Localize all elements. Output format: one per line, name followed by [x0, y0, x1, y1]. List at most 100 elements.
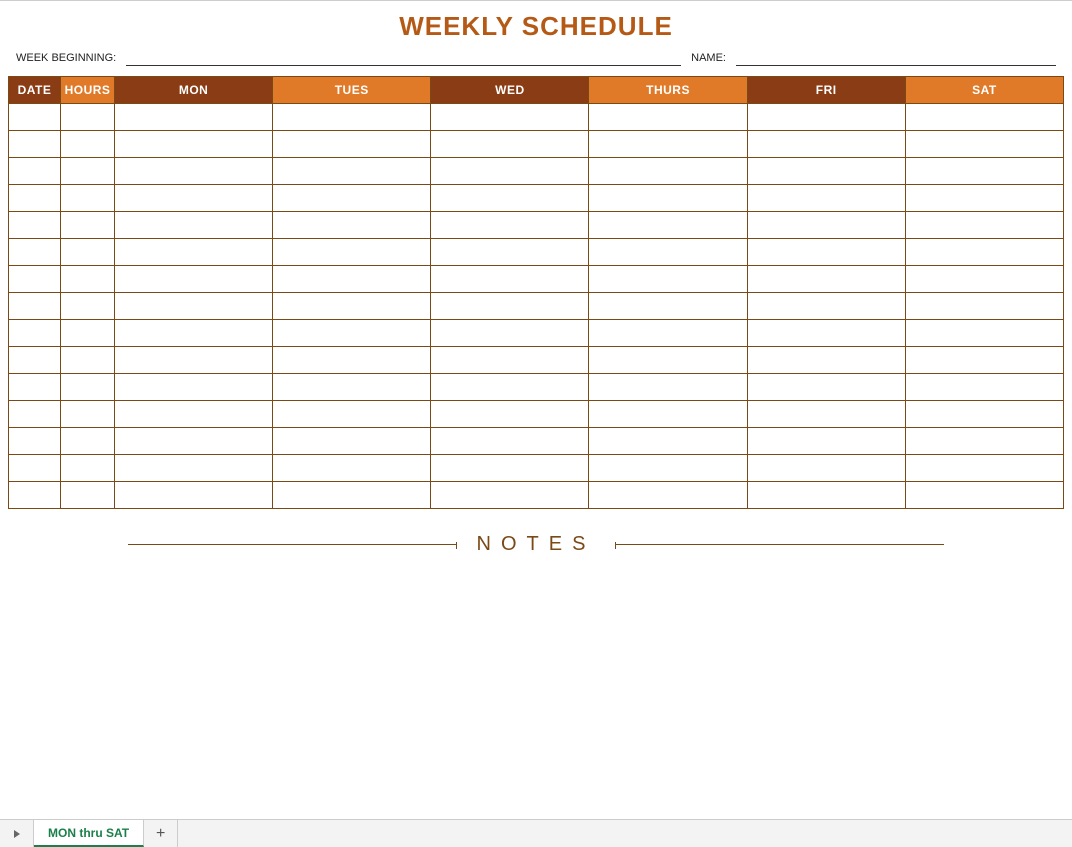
cell[interactable] [905, 158, 1063, 185]
cell[interactable] [905, 320, 1063, 347]
cell[interactable] [747, 131, 905, 158]
cell[interactable] [747, 239, 905, 266]
cell[interactable] [589, 455, 747, 482]
cell[interactable] [589, 374, 747, 401]
sheet-nav-button[interactable] [0, 820, 34, 847]
cell[interactable] [115, 131, 273, 158]
cell[interactable] [905, 374, 1063, 401]
cell[interactable] [747, 293, 905, 320]
cell[interactable] [61, 239, 115, 266]
cell[interactable] [905, 185, 1063, 212]
cell[interactable] [273, 212, 431, 239]
cell[interactable] [589, 401, 747, 428]
cell[interactable] [747, 266, 905, 293]
cell[interactable] [431, 455, 589, 482]
cell[interactable] [273, 455, 431, 482]
cell[interactable] [431, 266, 589, 293]
cell[interactable] [589, 239, 747, 266]
cell[interactable] [431, 347, 589, 374]
cell[interactable] [589, 131, 747, 158]
cell[interactable] [115, 374, 273, 401]
cell[interactable] [9, 347, 61, 374]
cell[interactable] [431, 482, 589, 509]
cell[interactable] [431, 131, 589, 158]
cell[interactable] [273, 374, 431, 401]
cell[interactable] [9, 320, 61, 347]
cell[interactable] [273, 185, 431, 212]
cell[interactable] [747, 185, 905, 212]
cell[interactable] [9, 212, 61, 239]
cell[interactable] [431, 320, 589, 347]
cell[interactable] [589, 320, 747, 347]
cell[interactable] [115, 347, 273, 374]
cell[interactable] [589, 185, 747, 212]
cell[interactable] [431, 104, 589, 131]
cell[interactable] [905, 482, 1063, 509]
cell[interactable] [589, 428, 747, 455]
cell[interactable] [273, 401, 431, 428]
cell[interactable] [589, 104, 747, 131]
cell[interactable] [115, 293, 273, 320]
cell[interactable] [273, 239, 431, 266]
cell[interactable] [431, 374, 589, 401]
cell[interactable] [589, 482, 747, 509]
cell[interactable] [273, 266, 431, 293]
cell[interactable] [9, 293, 61, 320]
cell[interactable] [9, 239, 61, 266]
cell[interactable] [431, 293, 589, 320]
cell[interactable] [431, 239, 589, 266]
cell[interactable] [61, 104, 115, 131]
cell[interactable] [61, 374, 115, 401]
cell[interactable] [115, 158, 273, 185]
cell[interactable] [9, 428, 61, 455]
cell[interactable] [115, 104, 273, 131]
cell[interactable] [747, 428, 905, 455]
cell[interactable] [747, 455, 905, 482]
cell[interactable] [905, 131, 1063, 158]
cell[interactable] [61, 131, 115, 158]
cell[interactable] [905, 428, 1063, 455]
cell[interactable] [61, 455, 115, 482]
cell[interactable] [273, 131, 431, 158]
cell[interactable] [905, 401, 1063, 428]
cell[interactable] [905, 104, 1063, 131]
cell[interactable] [115, 320, 273, 347]
cell[interactable] [115, 455, 273, 482]
cell[interactable] [431, 212, 589, 239]
cell[interactable] [61, 185, 115, 212]
cell[interactable] [905, 347, 1063, 374]
cell[interactable] [61, 158, 115, 185]
cell[interactable] [61, 266, 115, 293]
cell[interactable] [9, 482, 61, 509]
cell[interactable] [115, 185, 273, 212]
cell[interactable] [747, 320, 905, 347]
cell[interactable] [747, 158, 905, 185]
cell[interactable] [905, 239, 1063, 266]
cell[interactable] [273, 347, 431, 374]
cell[interactable] [9, 374, 61, 401]
cell[interactable] [273, 104, 431, 131]
cell[interactable] [115, 239, 273, 266]
cell[interactable] [115, 212, 273, 239]
cell[interactable] [747, 482, 905, 509]
cell[interactable] [9, 158, 61, 185]
cell[interactable] [9, 185, 61, 212]
cell[interactable] [61, 401, 115, 428]
cell[interactable] [115, 266, 273, 293]
cell[interactable] [905, 266, 1063, 293]
cell[interactable] [115, 401, 273, 428]
cell[interactable] [273, 158, 431, 185]
cell[interactable] [747, 212, 905, 239]
cell[interactable] [9, 131, 61, 158]
cell[interactable] [747, 347, 905, 374]
cell[interactable] [431, 428, 589, 455]
cell[interactable] [431, 158, 589, 185]
cell[interactable] [431, 185, 589, 212]
cell[interactable] [115, 428, 273, 455]
cell[interactable] [589, 293, 747, 320]
cell[interactable] [9, 266, 61, 293]
name-input-line[interactable] [736, 52, 1056, 66]
cell[interactable] [273, 482, 431, 509]
sheet-tab-active[interactable]: MON thru SAT [34, 820, 144, 847]
add-sheet-button[interactable]: + [144, 820, 178, 847]
